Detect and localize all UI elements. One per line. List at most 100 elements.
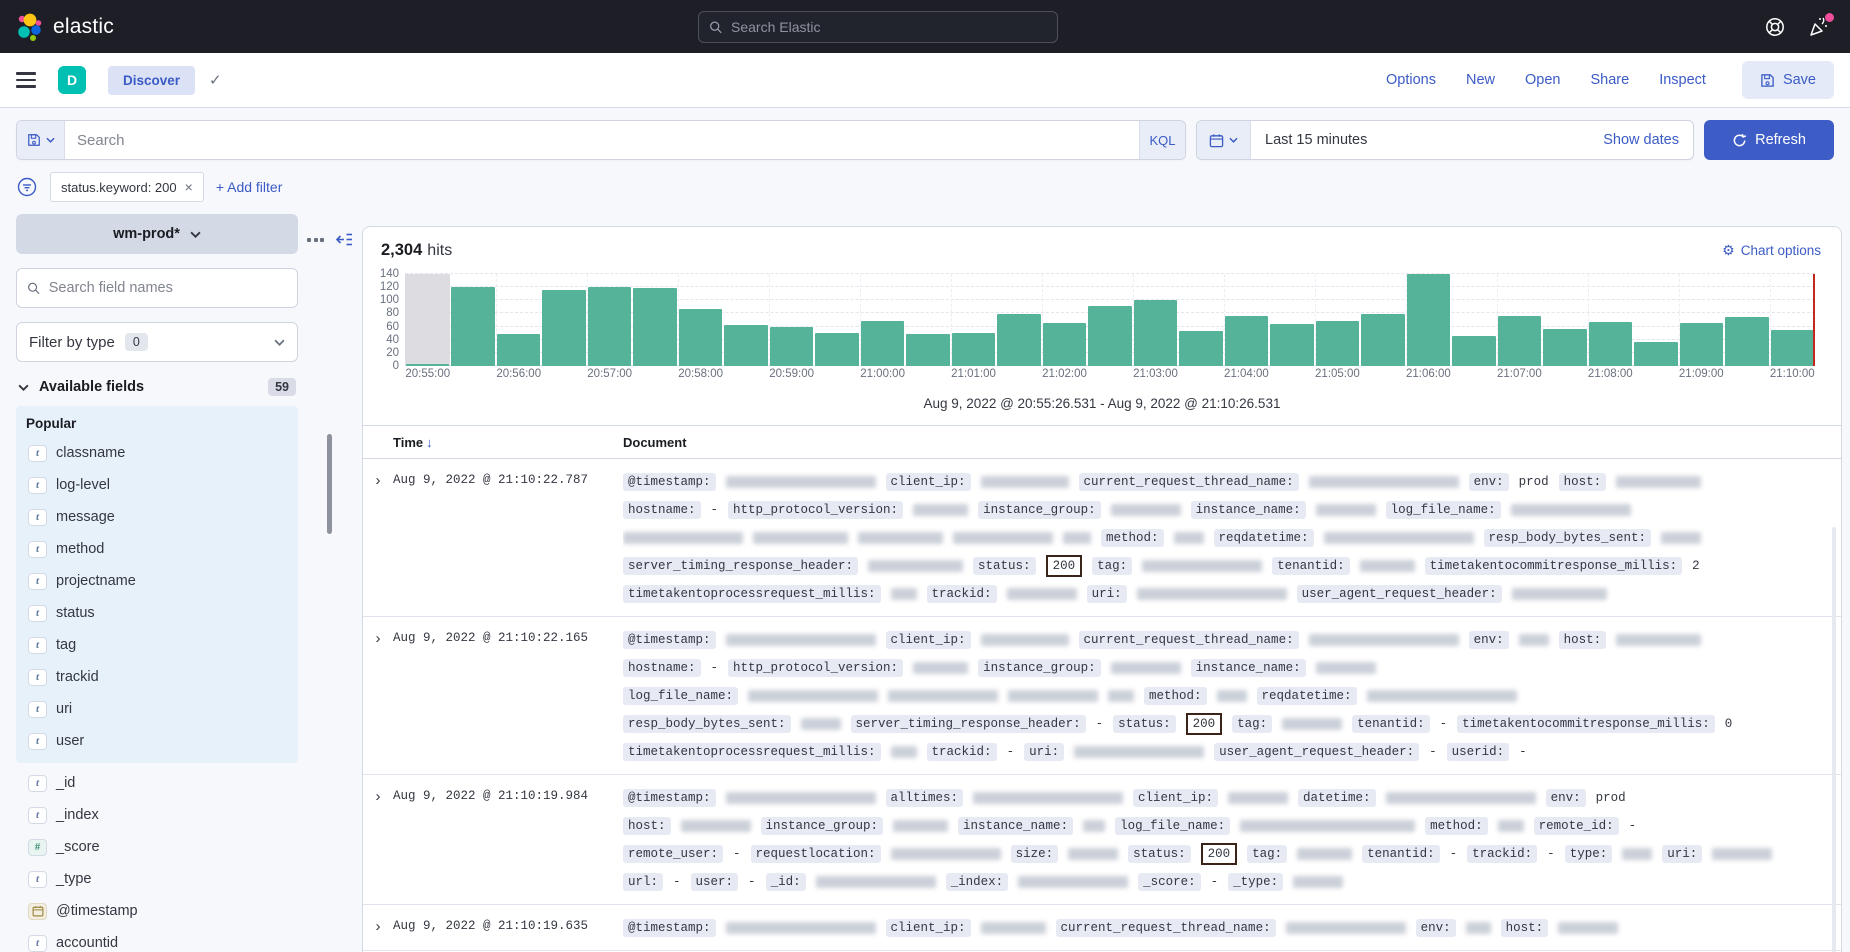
sidebar-scrollbar[interactable] (327, 434, 332, 534)
doc-field-name[interactable]: client_ip: (886, 473, 971, 491)
doc-field-name[interactable]: timetakentocommitresponse_millis: (1457, 715, 1715, 733)
doc-field-name[interactable]: host: (623, 817, 671, 835)
field-item-index[interactable]: t_index (24, 799, 290, 831)
doc-field-name[interactable]: tag: (1092, 557, 1132, 575)
field-item-message[interactable]: tmessage (24, 501, 290, 533)
histogram-bar[interactable] (1634, 342, 1677, 366)
doc-field-name[interactable]: env: (1469, 631, 1509, 649)
histogram-bar[interactable] (1179, 331, 1222, 366)
field-item-timestamp[interactable]: @timestamp (24, 895, 290, 927)
doc-field-name[interactable]: resp_body_bytes_sent: (623, 715, 791, 733)
doc-field-name[interactable]: alltimes: (886, 789, 964, 807)
kql-language-button[interactable]: KQL (1139, 121, 1185, 159)
doc-field-name[interactable]: host: (1559, 631, 1607, 649)
doc-field-name[interactable]: current_request_thread_name: (1056, 919, 1276, 937)
date-quick-select-button[interactable] (1197, 121, 1251, 159)
doc-field-name[interactable]: hostname: (623, 501, 701, 519)
doc-field-name[interactable]: status: (1113, 715, 1176, 733)
show-dates-button[interactable]: Show dates (1603, 132, 1693, 148)
doc-field-name[interactable]: client_ip: (886, 919, 971, 937)
field-item-tag[interactable]: ttag (24, 629, 290, 661)
doc-field-name[interactable]: remote_id: (1534, 817, 1619, 835)
nav-link-options[interactable]: Options (1386, 72, 1436, 88)
field-item-trackid[interactable]: ttrackid (24, 661, 290, 693)
expand-row-icon[interactable]: › (363, 784, 393, 896)
expand-row-icon[interactable]: › (363, 914, 393, 942)
histogram-bar[interactable] (1452, 336, 1495, 366)
doc-field-name[interactable]: hostname: (623, 659, 701, 677)
elastic-brand[interactable]: elastic (14, 12, 114, 42)
chart-options-button[interactable]: ⚙ Chart options (1722, 242, 1821, 259)
doc-field-name[interactable]: method: (1101, 529, 1164, 547)
histogram-bar[interactable] (1680, 323, 1723, 366)
doc-field-name[interactable]: trackid: (927, 743, 997, 761)
field-item-classname[interactable]: tclassname (24, 437, 290, 469)
histogram-bar[interactable] (497, 334, 540, 366)
field-search-input[interactable] (49, 280, 287, 296)
refresh-button[interactable]: Refresh (1704, 120, 1834, 160)
doc-field-value-highlighted[interactable]: 200 (1201, 843, 1238, 865)
doc-field-name[interactable]: status: (1128, 845, 1191, 863)
doc-field-name[interactable]: user: (691, 873, 739, 891)
doc-field-name[interactable]: reqdatetime: (1257, 687, 1357, 705)
time-range-value[interactable]: Last 15 minutes (1251, 132, 1603, 148)
doc-field-name[interactable]: current_request_thread_name: (1079, 473, 1299, 491)
doc-field-value-highlighted[interactable]: 200 (1186, 713, 1223, 735)
doc-field-name[interactable]: _score: (1138, 873, 1201, 891)
nav-link-share[interactable]: Share (1590, 72, 1629, 88)
doc-field-name[interactable]: @timestamp: (623, 789, 716, 807)
doc-field-name[interactable]: resp_body_bytes_sent: (1484, 529, 1652, 547)
histogram-bar[interactable] (1543, 329, 1586, 366)
doc-field-name[interactable]: @timestamp: (623, 631, 716, 649)
field-item-projectname[interactable]: tprojectname (24, 565, 290, 597)
doc-field-name[interactable]: instance_name: (958, 817, 1073, 835)
doc-field-name[interactable]: instance_group: (978, 659, 1101, 677)
doc-field-name[interactable]: url: (623, 873, 663, 891)
doc-field-name[interactable]: uri: (1087, 585, 1127, 603)
field-stats-icon[interactable] (307, 238, 324, 242)
doc-field-name[interactable]: tag: (1232, 715, 1272, 733)
nav-link-new[interactable]: New (1466, 72, 1495, 88)
field-item-type[interactable]: t_type (24, 863, 290, 895)
histogram-bar[interactable] (1771, 330, 1814, 366)
histogram-bar[interactable] (1361, 314, 1404, 366)
field-item-uri[interactable]: turi (24, 693, 290, 725)
histogram-bar[interactable] (1043, 323, 1086, 366)
newsfeed-icon[interactable] (1808, 16, 1830, 38)
doc-field-name[interactable]: userid: (1447, 743, 1510, 761)
doc-field-name[interactable]: user_agent_request_header: (1214, 743, 1419, 761)
remove-filter-icon[interactable]: × (185, 179, 193, 195)
field-item-method[interactable]: tmethod (24, 533, 290, 565)
doc-field-name[interactable]: http_protocol_version: (728, 659, 903, 677)
nav-link-inspect[interactable]: Inspect (1659, 72, 1706, 88)
documents-scrollbar[interactable] (1832, 527, 1836, 952)
nav-link-open[interactable]: Open (1525, 72, 1560, 88)
doc-field-name[interactable]: status: (973, 557, 1036, 575)
doc-field-name[interactable]: server_timing_response_header: (623, 557, 858, 575)
doc-field-name[interactable]: method: (1425, 817, 1488, 835)
histogram-bar[interactable] (633, 288, 676, 366)
doc-field-name[interactable]: timetakentoprocessrequest_millis: (623, 743, 881, 761)
histogram-bar[interactable] (1270, 324, 1313, 366)
histogram-bar[interactable] (952, 333, 995, 366)
histogram-bar[interactable] (1088, 306, 1131, 366)
save-button[interactable]: Save (1742, 61, 1834, 99)
histogram-bar[interactable] (1225, 316, 1268, 366)
histogram-bar[interactable] (679, 309, 722, 366)
doc-field-name[interactable]: _id: (766, 873, 806, 891)
histogram-bar[interactable] (770, 327, 813, 366)
field-item-score[interactable]: #_score (24, 831, 290, 863)
global-search[interactable] (698, 11, 1058, 43)
filter-by-type-button[interactable]: Filter by type 0 (16, 322, 298, 362)
doc-field-name[interactable]: requestlocation: (751, 845, 881, 863)
doc-field-name[interactable]: client_ip: (886, 631, 971, 649)
time-column-header[interactable]: Time↓ (393, 435, 623, 450)
sort-desc-icon[interactable]: ↓ (426, 435, 433, 450)
doc-field-name[interactable]: env: (1546, 789, 1586, 807)
field-item-accountid[interactable]: taccountid (24, 927, 290, 952)
global-search-input[interactable] (731, 19, 1047, 35)
doc-field-name[interactable]: instance_group: (761, 817, 884, 835)
doc-field-value-highlighted[interactable]: 200 (1046, 555, 1083, 577)
space-avatar[interactable]: D (58, 66, 86, 94)
menu-icon[interactable] (16, 72, 36, 88)
